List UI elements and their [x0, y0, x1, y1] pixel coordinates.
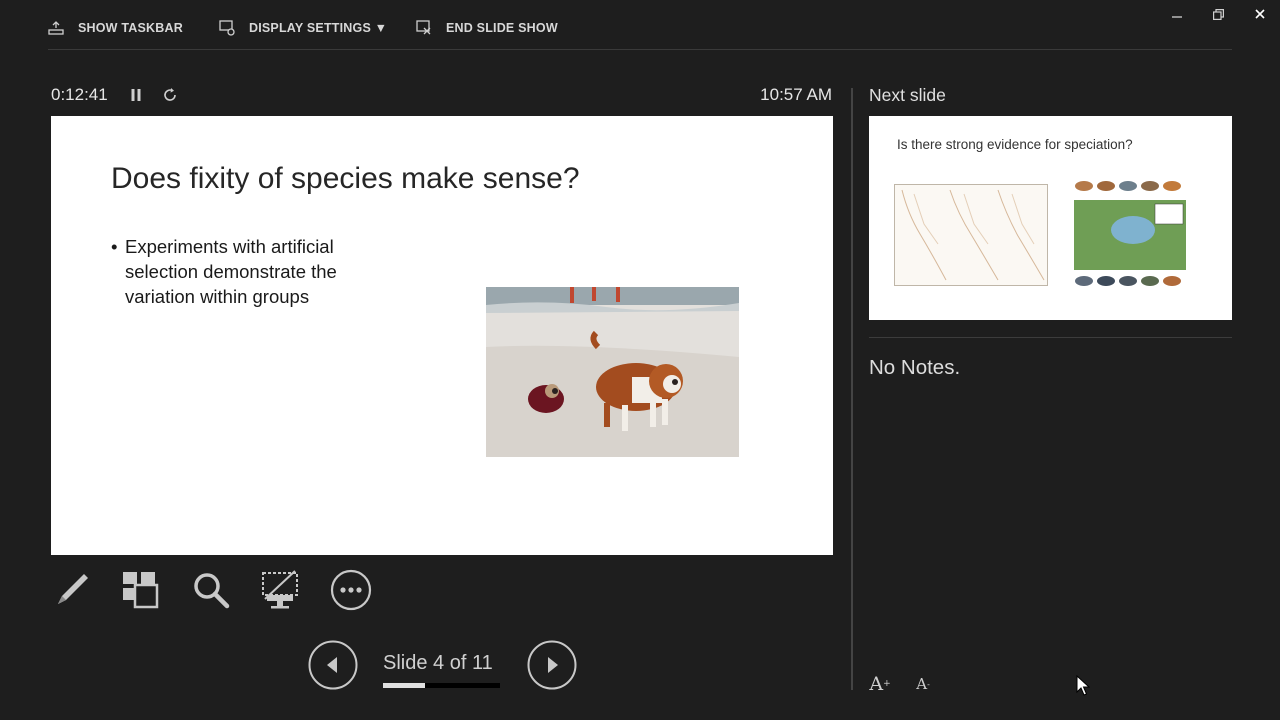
speaker-notes: No Notes. — [869, 356, 961, 379]
dogs-photo — [486, 287, 739, 457]
restore-icon[interactable] — [1207, 6, 1229, 22]
next-slide-preview[interactable]: Is there strong evidence for speciation? — [869, 116, 1232, 320]
elapsed-timer: 0:12:41 — [51, 85, 108, 104]
pen-icon[interactable] — [50, 568, 94, 612]
close-icon[interactable] — [1249, 6, 1271, 22]
mouse-cursor-icon — [1076, 675, 1090, 696]
decrease-font-icon[interactable]: A- — [911, 672, 935, 696]
next-slide-button[interactable] — [527, 640, 577, 690]
toolbar-divider — [48, 49, 1232, 50]
zoom-icon[interactable] — [189, 568, 233, 612]
slide-counter: Slide 4 of 11 — [383, 652, 493, 674]
show-taskbar-label: SHOW TASKBAR — [78, 21, 183, 35]
pause-icon[interactable] — [127, 86, 145, 104]
see-all-slides-icon[interactable] — [118, 568, 162, 612]
slide-title: Does fixity of species make sense? — [111, 162, 580, 195]
more-options-icon[interactable] — [329, 568, 373, 612]
current-time: 10:57 AM — [760, 85, 832, 104]
notes-divider — [869, 337, 1232, 338]
panel-divider[interactable] — [851, 88, 853, 690]
next-slide-title: Is there strong evidence for speciation? — [897, 137, 1133, 152]
end-slide-show-button[interactable]: END SLIDE SHOW — [416, 18, 558, 38]
next-slide-label: Next slide — [869, 85, 946, 105]
map-thumbnail — [894, 184, 1048, 286]
minimize-icon[interactable] — [1166, 6, 1188, 22]
next-icon — [527, 640, 577, 690]
end-show-icon — [416, 20, 432, 36]
slide-progress-fill — [383, 683, 426, 688]
current-slide[interactable]: Does fixity of species make sense? Exper… — [51, 116, 833, 555]
fish-map-thumbnail — [1073, 168, 1187, 300]
restart-icon[interactable] — [161, 86, 179, 104]
display-settings-button[interactable]: DISPLAY SETTINGS ▼ — [219, 18, 387, 38]
taskbar-icon — [48, 21, 64, 35]
display-settings-icon — [219, 20, 235, 36]
slide-bullet: Experiments with artificial selection de… — [111, 234, 411, 309]
increase-font-icon[interactable]: A + — [868, 672, 892, 696]
end-slide-show-label: END SLIDE SHOW — [446, 21, 558, 35]
previous-slide-button[interactable] — [308, 640, 358, 690]
black-screen-icon[interactable] — [258, 568, 302, 612]
show-taskbar-button[interactable]: SHOW TASKBAR — [48, 18, 183, 38]
slide-bullet-list: Experiments with artificial selection de… — [111, 234, 411, 309]
slide-progress-bar — [383, 683, 500, 688]
previous-icon — [308, 640, 358, 690]
display-settings-label: DISPLAY SETTINGS ▼ — [249, 21, 388, 35]
